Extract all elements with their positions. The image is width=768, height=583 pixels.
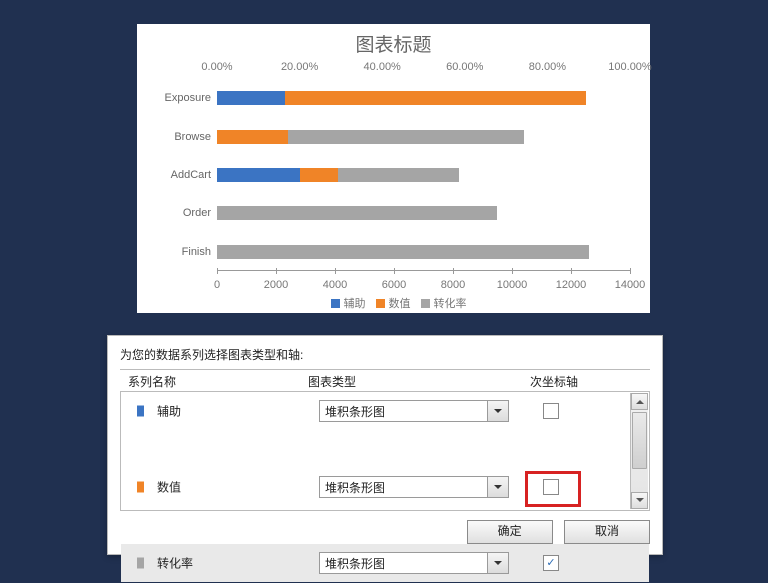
chart-type-combobox[interactable]: 堆积条形图 [319,552,509,574]
chart-row: Order [217,194,630,232]
header-secondary-axis: 次坐标轴 [530,373,578,390]
category-label: Exposure [147,92,211,104]
chart-row: Finish [217,233,630,271]
secondary-axis-checkbox[interactable] [543,479,559,495]
primary-axis-tick-label: 6000 [382,279,406,291]
ok-button[interactable]: 确定 [467,520,553,544]
series-color-swatch [137,482,144,493]
header-series-name: 系列名称 [128,373,176,390]
series-name-label: 转化率 [157,555,193,572]
legend-swatch [376,299,385,308]
chevron-down-icon[interactable] [487,553,508,573]
legend-swatch [421,299,430,308]
primary-axis-tick-label: 14000 [615,279,646,291]
chart-type-combobox[interactable]: 堆积条形图 [319,476,509,498]
primary-axis-labels: 02000400060008000100001200014000 [217,277,630,293]
series-name-label: 数值 [157,479,181,496]
chart-row: Exposure [217,79,630,117]
secondary-axis-checkbox[interactable] [543,555,559,571]
legend-label: 转化率 [434,298,467,310]
chevron-down-icon[interactable] [487,477,508,497]
series-row[interactable]: 数值 堆积条形图 [121,468,649,506]
series-row[interactable]: 辅助 堆积条形图 [121,392,649,430]
bar-segment [217,245,589,259]
bar-segment [217,168,300,182]
bar-segment [288,130,524,144]
chevron-down-icon[interactable] [487,401,508,421]
legend-label: 辅助 [344,298,366,310]
chart-type-combobox[interactable]: 堆积条形图 [319,400,509,422]
secondary-axis-tick-label: 80.00% [529,61,566,73]
category-label: Order [147,207,211,219]
category-label: Browse [147,131,211,143]
header-chart-type: 图表类型 [308,373,356,390]
secondary-axis-tick-label: 0.00% [201,61,232,73]
series-grid: 辅助堆积条形图数值堆积条形图转化率堆积条形图 [120,392,650,511]
chart-type-value: 堆积条形图 [320,555,487,572]
primary-axis-tick-label: 0 [214,279,220,291]
bar-segment [217,206,497,220]
chart-panel: 图表标题 0.00% 20.00% 40.00% 60.00% 80.00% 100.00… [137,24,650,313]
bar-segment [300,168,338,182]
primary-axis-tick-label: 10000 [497,279,528,291]
chart-title: 图表标题 [137,24,650,57]
bar-segment [217,130,288,144]
dialog-button-bar: 确定 取消 [459,520,650,544]
secondary-axis-tick-label: 100.00% [608,61,651,73]
category-label: Finish [147,246,211,258]
secondary-axis-tick-label: 60.00% [446,61,483,73]
legend-label: 数值 [389,298,411,310]
chart-type-value: 堆积条形图 [320,479,487,496]
secondary-axis-checkbox[interactable] [543,403,559,419]
series-color-swatch [137,558,144,569]
chart-body: 0.00%20.00%40.00%60.00%80.00%100.00% Exp… [147,61,640,293]
primary-axis-tick-label: 12000 [556,279,587,291]
bar-segment [285,91,586,105]
dialog-title: 为您的数据系列选择图表类型和轴: [120,346,650,363]
chart-row: AddCart [217,156,630,194]
bar-segment [338,168,459,182]
chart-legend: 辅助 数值 转化率 [137,295,650,311]
chart-type-value: 堆积条形图 [320,403,487,420]
primary-axis-tick [630,268,631,274]
secondary-axis-labels: 0.00%20.00%40.00%60.00%80.00%100.00% [217,61,630,77]
primary-axis-tick-label: 2000 [264,279,288,291]
dialog-column-headers: 系列名称 图表类型 次坐标轴 [120,369,650,392]
series-color-swatch [137,406,144,417]
cancel-button[interactable]: 取消 [564,520,650,544]
legend-swatch [331,299,340,308]
primary-axis-tick-label: 4000 [323,279,347,291]
primary-axis-tick-label: 8000 [441,279,465,291]
category-label: AddCart [147,169,211,181]
chart-plot-area: ExposureBrowseAddCartOrderFinish [217,79,630,271]
chart-row: Browse [217,117,630,155]
secondary-axis-tick-label: 40.00% [364,61,401,73]
series-name-label: 辅助 [157,403,181,420]
bar-segment [217,91,285,105]
combo-chart-dialog: 为您的数据系列选择图表类型和轴: 系列名称 图表类型 次坐标轴 辅助堆积条形图数… [107,335,663,555]
series-row[interactable]: 转化率 堆积条形图 [121,544,649,582]
secondary-axis-tick-label: 20.00% [281,61,318,73]
